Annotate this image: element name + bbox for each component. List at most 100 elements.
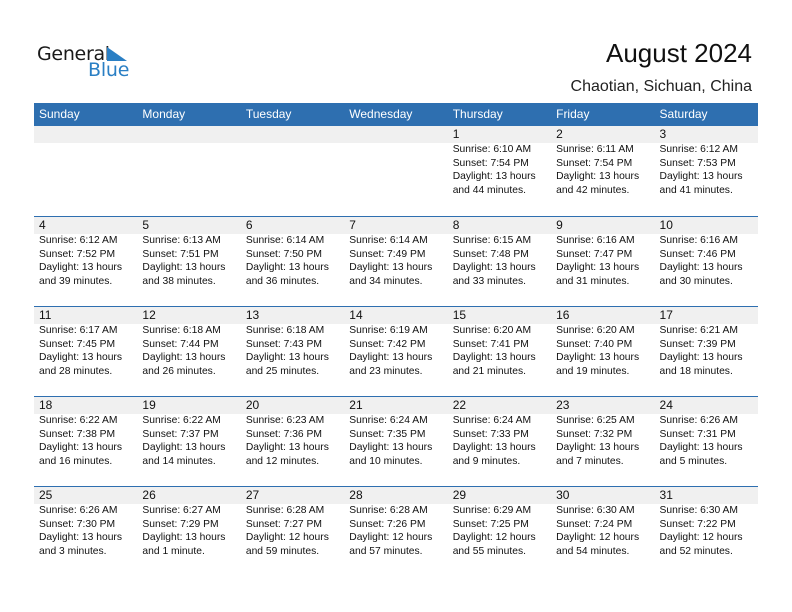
day-number: 26 bbox=[142, 488, 156, 502]
day-cell: 22 Sunrise: 6:24 AM Sunset: 7:33 PM Dayligh… bbox=[448, 397, 551, 486]
sunset-text: Sunset: 7:47 PM bbox=[556, 248, 633, 260]
weeks-container: 1 Sunrise: 6:10 AM Sunset: 7:54 PM Daylight… bbox=[34, 126, 758, 576]
daylight-text: Daylight: 13 hours bbox=[39, 352, 122, 363]
sunrise-text: Sunrise: 6:29 AM bbox=[452, 505, 532, 516]
day-number: 14 bbox=[349, 308, 363, 322]
week-cells: 4 Sunrise: 6:12 AM Sunset: 7:52 PM Daylight… bbox=[34, 217, 758, 306]
daylight-minutes-text: and 18 minutes. bbox=[659, 365, 733, 377]
daylight-minutes-text: and 28 minutes. bbox=[39, 365, 113, 377]
weekday-thursday: Thursday bbox=[452, 107, 503, 121]
daylight-text: Daylight: 13 hours bbox=[39, 262, 122, 273]
sunrise-text: Sunrise: 6:26 AM bbox=[659, 415, 738, 426]
week-cells: 1 Sunrise: 6:10 AM Sunset: 7:54 PM Daylight… bbox=[34, 126, 758, 216]
calendar-title: August 2024 bbox=[605, 38, 752, 68]
day-number: 20 bbox=[245, 398, 260, 412]
daylight-minutes-text: and 59 minutes. bbox=[245, 545, 320, 557]
daylight-minutes-text: and 14 minutes. bbox=[142, 455, 216, 467]
day-number: 28 bbox=[349, 488, 363, 502]
day-number: 2 bbox=[556, 127, 563, 141]
logo-word-blue: Blue bbox=[88, 59, 130, 81]
daylight-text: Daylight: 13 hours bbox=[556, 442, 640, 453]
daylight-text: Daylight: 12 hours bbox=[245, 532, 329, 543]
daylight-minutes-text: and 21 minutes. bbox=[452, 365, 526, 377]
sunset-text: Sunset: 7:49 PM bbox=[349, 248, 426, 260]
daylight-text: Daylight: 13 hours bbox=[245, 352, 329, 363]
day-cell: 3 Sunrise: 6:12 AM Sunset: 7:53 PM Daylight… bbox=[655, 126, 758, 216]
sunset-text: Sunset: 7:42 PM bbox=[349, 338, 426, 350]
daylight-text: Daylight: 12 hours bbox=[659, 532, 743, 543]
sunset-text: Sunset: 7:39 PM bbox=[659, 338, 736, 350]
daylight-text: Daylight: 13 hours bbox=[659, 262, 743, 273]
sunset-text: Sunset: 7:31 PM bbox=[659, 428, 736, 440]
day-number: 29 bbox=[452, 488, 467, 502]
sunset-text: Sunset: 7:51 PM bbox=[142, 248, 219, 260]
empty-day-cell bbox=[241, 126, 344, 216]
sunrise-text: Sunrise: 6:12 AM bbox=[39, 235, 118, 246]
daylight-text: Daylight: 13 hours bbox=[142, 352, 226, 363]
sunset-text: Sunset: 7:35 PM bbox=[349, 428, 426, 440]
sunrise-text: Sunrise: 6:20 AM bbox=[556, 325, 635, 336]
day-number: 11 bbox=[39, 308, 52, 322]
daylight-text: Daylight: 13 hours bbox=[452, 352, 536, 363]
sunrise-text: Sunrise: 6:24 AM bbox=[452, 415, 532, 426]
week-row: 18 Sunrise: 6:22 AM Sunset: 7:38 PM Dayligh… bbox=[34, 396, 758, 486]
sunset-text: Sunset: 7:27 PM bbox=[245, 518, 322, 530]
sunrise-text: Sunrise: 6:25 AM bbox=[556, 415, 635, 426]
daylight-minutes-text: and 7 minutes. bbox=[556, 455, 624, 467]
weekday-saturday: Saturday bbox=[659, 107, 708, 121]
day-number: 5 bbox=[142, 218, 150, 232]
daylight-minutes-text: and 1 minute. bbox=[142, 545, 205, 557]
week-cells: 11 Sunrise: 6:17 AM Sunset: 7:45 PM Dayligh… bbox=[34, 307, 758, 396]
sunrise-text: Sunrise: 6:12 AM bbox=[659, 144, 738, 155]
day-cell: 13 Sunrise: 6:18 AM Sunset: 7:43 PM Dayligh… bbox=[241, 307, 344, 396]
sunset-text: Sunset: 7:46 PM bbox=[659, 248, 736, 260]
sunset-text: Sunset: 7:52 PM bbox=[39, 248, 116, 260]
daylight-text: Daylight: 13 hours bbox=[349, 352, 433, 363]
day-number: 1 bbox=[452, 127, 460, 141]
daylight-minutes-text: and 3 minutes. bbox=[39, 545, 107, 557]
daylight-minutes-text: and 33 minutes. bbox=[452, 275, 526, 287]
daylight-text: Daylight: 13 hours bbox=[245, 442, 329, 453]
week-cells: 25 Sunrise: 6:26 AM Sunset: 7:30 PM Dayligh… bbox=[34, 487, 758, 576]
week-cells: 18 Sunrise: 6:22 AM Sunset: 7:38 PM Dayligh… bbox=[34, 397, 758, 486]
sunrise-text: Sunrise: 6:24 AM bbox=[349, 415, 428, 426]
sunset-text: Sunset: 7:25 PM bbox=[452, 518, 529, 530]
daylight-minutes-text: and 12 minutes. bbox=[245, 455, 320, 467]
day-number: 4 bbox=[39, 218, 46, 232]
day-cell: 8 Sunrise: 6:15 AM Sunset: 7:48 PM Daylight… bbox=[448, 217, 551, 306]
sunset-text: Sunset: 7:37 PM bbox=[142, 428, 219, 440]
day-cell: 11 Sunrise: 6:17 AM Sunset: 7:45 PM Dayligh… bbox=[34, 307, 137, 396]
weekday-friday: Friday bbox=[556, 107, 590, 121]
sunset-text: Sunset: 7:40 PM bbox=[556, 338, 633, 350]
day-cell: 1 Sunrise: 6:10 AM Sunset: 7:54 PM Daylight… bbox=[448, 126, 551, 216]
day-number: 25 bbox=[39, 488, 53, 502]
daylight-minutes-text: and 39 minutes. bbox=[39, 275, 113, 287]
daylight-minutes-text: and 19 minutes. bbox=[556, 365, 630, 377]
weekday-header-row: Sunday Monday Tuesday Wednesday Thursday… bbox=[34, 103, 758, 126]
sunrise-text: Sunrise: 6:26 AM bbox=[39, 505, 118, 516]
day-cell: 21 Sunrise: 6:24 AM Sunset: 7:35 PM Dayligh… bbox=[344, 397, 447, 486]
daylight-minutes-text: and 26 minutes. bbox=[142, 365, 216, 377]
sunrise-text: Sunrise: 6:28 AM bbox=[349, 505, 428, 516]
day-cell: 28 Sunrise: 6:28 AM Sunset: 7:26 PM Dayligh… bbox=[344, 487, 447, 576]
sunrise-text: Sunrise: 6:18 AM bbox=[245, 325, 325, 336]
day-number: 31 bbox=[659, 488, 673, 502]
day-cell: 9 Sunrise: 6:16 AM Sunset: 7:47 PM Daylight… bbox=[551, 217, 654, 306]
daylight-text: Daylight: 13 hours bbox=[659, 171, 743, 182]
daylight-minutes-text: and 55 minutes. bbox=[452, 545, 526, 557]
daylight-minutes-text: and 38 minutes. bbox=[142, 275, 216, 287]
week-row: 25 Sunrise: 6:26 AM Sunset: 7:30 PM Dayligh… bbox=[34, 486, 758, 576]
sunset-text: Sunset: 7:26 PM bbox=[349, 518, 426, 530]
daylight-text: Daylight: 13 hours bbox=[39, 442, 122, 453]
day-cell: 6 Sunrise: 6:14 AM Sunset: 7:50 PM Daylight… bbox=[241, 217, 344, 306]
daylight-minutes-text: and 34 minutes. bbox=[349, 275, 423, 287]
day-number: 6 bbox=[245, 218, 253, 232]
sunset-text: Sunset: 7:29 PM bbox=[142, 518, 219, 530]
week-row: 11 Sunrise: 6:17 AM Sunset: 7:45 PM Dayligh… bbox=[34, 306, 758, 396]
daylight-minutes-text: and 5 minutes. bbox=[659, 455, 728, 467]
daylight-text: Daylight: 13 hours bbox=[39, 532, 122, 543]
daylight-minutes-text: and 9 minutes. bbox=[452, 455, 521, 467]
day-cell: 17 Sunrise: 6:21 AM Sunset: 7:39 PM Dayligh… bbox=[655, 307, 758, 396]
day-number: 12 bbox=[142, 308, 156, 322]
sunrise-text: Sunrise: 6:20 AM bbox=[452, 325, 532, 336]
